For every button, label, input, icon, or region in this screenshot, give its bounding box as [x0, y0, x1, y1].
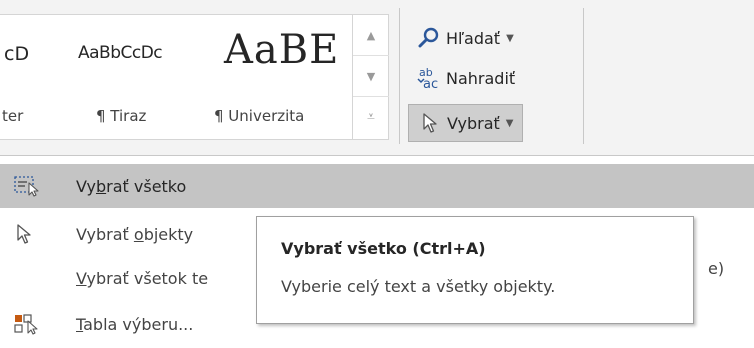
tooltip-title: Vybrať všetko (Ctrl+A): [281, 239, 486, 258]
scroll-up-button[interactable]: ▲: [353, 15, 389, 55]
selection-pane-icon: [14, 313, 38, 335]
style-sample: AaBE: [224, 27, 340, 73]
styles-gallery: cD ter AaBbCcDc ¶ Tiraz AaBE ¶ Univerzit…: [0, 14, 389, 140]
triangle-down-icon: ▼: [366, 69, 376, 83]
tooltip-description: Vyberie celý text a všetky objekty.: [281, 277, 556, 296]
ribbon: cD ter AaBbCcDc ¶ Tiraz AaBE ¶ Univerzit…: [0, 0, 754, 152]
replace-button[interactable]: ab ac Nahradiť: [408, 60, 523, 96]
style-name: ¶ Univerzita: [214, 107, 305, 125]
style-name: ter: [2, 107, 24, 125]
select-label: Vybrať: [447, 113, 500, 133]
menu-item-label: Vybrať všetko: [76, 176, 187, 196]
style-item-univerzita[interactable]: AaBE ¶ Univerzita: [210, 15, 350, 139]
style-sample: cD: [4, 43, 30, 65]
select-button[interactable]: Vybrať ▼: [408, 104, 523, 142]
chevron-down-icon: ▼: [506, 32, 514, 44]
tooltip: Vybrať všetko (Ctrl+A) Vyberie celý text…: [256, 216, 694, 324]
gallery-scrollbar: ▲ ▼ ⩡: [352, 15, 389, 139]
magnifier-icon: [416, 27, 442, 49]
more-styles-icon: ⩡: [367, 109, 375, 125]
chevron-down-icon: ▼: [505, 117, 514, 129]
group-divider: [399, 8, 400, 144]
find-button[interactable]: Hľadať ▼: [408, 20, 522, 56]
more-styles-button[interactable]: ⩡: [353, 97, 389, 137]
group-divider: [583, 8, 584, 144]
select-all-icon: [14, 175, 39, 197]
style-sample: AaBbCcDc: [78, 43, 163, 63]
find-label: Hľadať: [446, 28, 501, 48]
svg-text:ac: ac: [423, 77, 438, 91]
menu-item-label: Vybrať všetok te: [76, 268, 209, 288]
style-name: ¶ Tiraz: [96, 107, 147, 125]
menu-item-label-tail: e): [708, 259, 725, 278]
cursor-arrow-icon: [417, 112, 443, 134]
triangle-up-icon: ▲: [366, 28, 376, 42]
cursor-arrow-icon: [14, 223, 38, 245]
menu-item-label: Tabla výberu...: [76, 314, 194, 334]
style-item-partial[interactable]: cD ter: [0, 15, 64, 139]
style-item-tiraz[interactable]: AaBbCcDc ¶ Tiraz: [72, 15, 200, 139]
menu-item-label: Vybrať objekty: [76, 224, 194, 244]
menu-item-select-all[interactable]: Vybrať všetko: [0, 164, 754, 208]
scroll-down-button[interactable]: ▼: [353, 55, 389, 97]
replace-ab-ac-icon: ab ac: [416, 65, 442, 91]
replace-label: Nahradiť: [446, 68, 516, 88]
